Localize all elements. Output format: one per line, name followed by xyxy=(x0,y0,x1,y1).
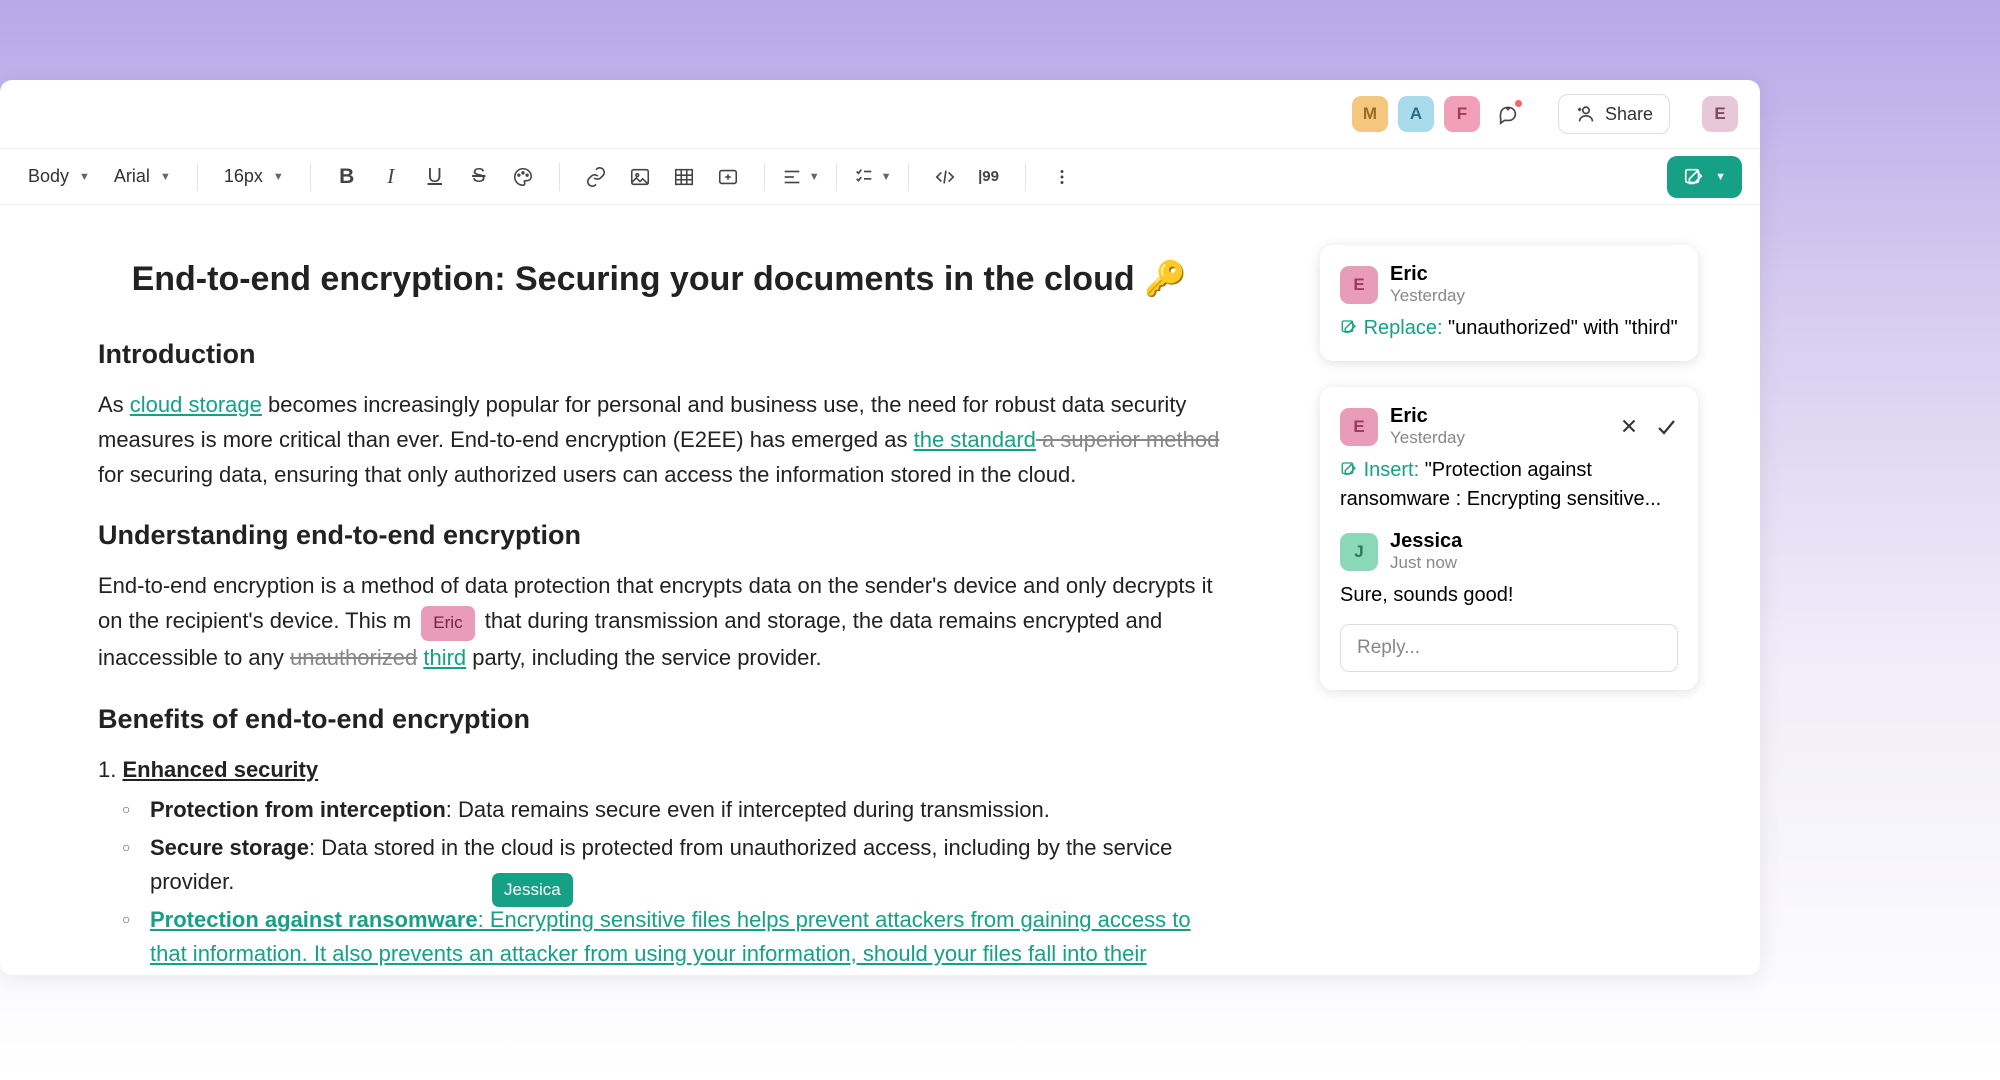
link-the-standard[interactable]: the standard xyxy=(914,427,1036,452)
list-item-title: Enhanced security xyxy=(122,757,318,782)
font-size-value: 16px xyxy=(224,166,263,187)
heading-introduction[interactable]: Introduction xyxy=(98,339,1220,370)
chevron-down-icon: ▼ xyxy=(809,171,820,183)
collaborator-avatar-f[interactable]: F xyxy=(1444,96,1480,132)
app-window: M A F Share E Body ▼ Arial ▼ 16px ▼ B xyxy=(0,80,1760,975)
share-label: Share xyxy=(1605,104,1653,125)
image-button[interactable] xyxy=(620,157,660,197)
font-family-value: Arial xyxy=(114,166,150,187)
link-icon xyxy=(585,166,607,188)
palette-icon xyxy=(512,166,534,188)
chevron-down-icon: ▼ xyxy=(160,171,171,183)
sublist-item-suggestion[interactable]: Protection against ransomware: Encryptin… xyxy=(122,903,1220,971)
reply-input[interactable]: Reply... xyxy=(1340,624,1678,672)
collaborator-avatar-m[interactable]: M xyxy=(1352,96,1388,132)
add-user-icon xyxy=(1575,103,1597,125)
checklist-icon xyxy=(853,166,875,188)
reject-button[interactable] xyxy=(1618,415,1640,437)
suggesting-mode-button[interactable]: ▼ xyxy=(1667,156,1742,198)
inserted-suggestion: third xyxy=(423,645,466,670)
link-button[interactable] xyxy=(576,157,616,197)
reply-author: Jessica xyxy=(1390,530,1462,553)
topbar: M A F Share E xyxy=(0,80,1760,149)
text: for securing data, ensuring that only au… xyxy=(98,462,1076,487)
reply-time: Just now xyxy=(1390,553,1462,573)
sublist-item[interactable]: Secure storage: Data stored in the cloud… xyxy=(122,831,1220,899)
reply-avatar: J xyxy=(1340,533,1378,571)
more-vertical-icon xyxy=(1051,166,1073,188)
notification-dot xyxy=(1515,100,1522,107)
code-button[interactable] xyxy=(925,157,965,197)
paragraph-understanding[interactable]: End-to-end encryption is a method of dat… xyxy=(98,569,1220,675)
table-button[interactable] xyxy=(664,157,704,197)
collaborator-avatar-a[interactable]: A xyxy=(1398,96,1434,132)
comment-card[interactable]: E Eric Yesterday Insert: "Protection aga… xyxy=(1320,387,1698,690)
comment-time: Yesterday xyxy=(1390,428,1465,448)
underline-button[interactable]: U xyxy=(415,157,455,197)
strikethrough-button[interactable]: S xyxy=(459,157,499,197)
paragraph-intro[interactable]: As cloud storage becomes increasingly po… xyxy=(98,388,1220,492)
chevron-down-icon: ▼ xyxy=(881,171,892,183)
comment-body: Insert: "Protection against ransomware :… xyxy=(1340,456,1678,514)
text-bold: Secure storage xyxy=(150,835,309,860)
heading-benefits[interactable]: Benefits of end-to-end encryption xyxy=(98,704,1220,735)
bold-button[interactable]: B xyxy=(327,157,367,197)
comment-author: Eric xyxy=(1390,405,1465,428)
document-title[interactable]: End-to-end encryption: Securing your doc… xyxy=(98,259,1220,299)
comments-sidebar: E Eric Yesterday Replace: "unauthorized"… xyxy=(1320,245,1720,975)
accept-button[interactable] xyxy=(1654,415,1678,439)
paragraph-style-value: Body xyxy=(28,166,69,187)
code-icon xyxy=(934,166,956,188)
inserted-title: Protection against ransomware xyxy=(150,907,478,932)
current-user-avatar[interactable]: E xyxy=(1702,96,1738,132)
plus-box-icon xyxy=(717,166,739,188)
link-cloud-storage[interactable]: cloud storage xyxy=(130,392,262,417)
formatting-toolbar: Body ▼ Arial ▼ 16px ▼ B I U S xyxy=(0,149,1760,205)
heading-understanding[interactable]: Understanding end-to-end encryption xyxy=(98,520,1220,551)
chevron-down-icon: ▼ xyxy=(1715,171,1726,183)
user-cursor-jessica: Jessica xyxy=(492,873,573,907)
suggestion-icon xyxy=(1340,318,1358,336)
checklist-button[interactable]: ▼ xyxy=(853,157,892,197)
comment-avatar: E xyxy=(1340,408,1378,446)
document-body[interactable]: End-to-end encryption: Securing your doc… xyxy=(0,245,1320,975)
color-button[interactable] xyxy=(503,157,543,197)
chevron-down-icon: ▼ xyxy=(273,171,284,183)
suggestion-icon xyxy=(1340,460,1358,478)
text: As xyxy=(98,392,130,417)
table-icon xyxy=(673,166,695,188)
share-button[interactable]: Share xyxy=(1558,94,1670,134)
font-family-select[interactable]: Arial ▼ xyxy=(104,160,181,193)
text: party, including the service provider. xyxy=(466,645,821,670)
more-button[interactable] xyxy=(1042,157,1082,197)
insert-button[interactable] xyxy=(708,157,748,197)
text: : Data remains secure even if intercepte… xyxy=(446,797,1050,822)
comment-card[interactable]: E Eric Yesterday Replace: "unauthorized"… xyxy=(1320,245,1698,361)
text-bold: Protection from interception xyxy=(150,797,446,822)
reply-text: Sure, sounds good! xyxy=(1340,581,1678,610)
user-cursor-eric: Eric xyxy=(421,606,474,641)
struck-suggestion: unauthorized xyxy=(290,645,417,670)
sublist-item[interactable]: Protection from interception: Data remai… xyxy=(122,793,1220,827)
paragraph-style-select[interactable]: Body ▼ xyxy=(18,160,100,193)
comment-body: Replace: "unauthorized" with "third" xyxy=(1340,314,1678,343)
content-area: End-to-end encryption: Securing your doc… xyxy=(0,205,1760,975)
comment-avatar: E xyxy=(1340,266,1378,304)
align-left-icon xyxy=(781,166,803,188)
italic-button[interactable]: I xyxy=(371,157,411,197)
image-icon xyxy=(629,166,651,188)
comments-button[interactable] xyxy=(1490,96,1526,132)
suggesting-icon xyxy=(1683,166,1705,188)
comment-author: Eric xyxy=(1390,263,1465,286)
quote-button[interactable]: |99 xyxy=(969,157,1009,197)
comment-time: Yesterday xyxy=(1390,286,1465,306)
list-item-1[interactable]: 1. Enhanced security xyxy=(98,753,1220,787)
font-size-select[interactable]: 16px ▼ xyxy=(214,160,294,193)
struck-text: a superior method xyxy=(1036,427,1219,452)
align-button[interactable]: ▼ xyxy=(781,157,820,197)
chevron-down-icon: ▼ xyxy=(79,171,90,183)
list-number: 1. xyxy=(98,757,122,782)
